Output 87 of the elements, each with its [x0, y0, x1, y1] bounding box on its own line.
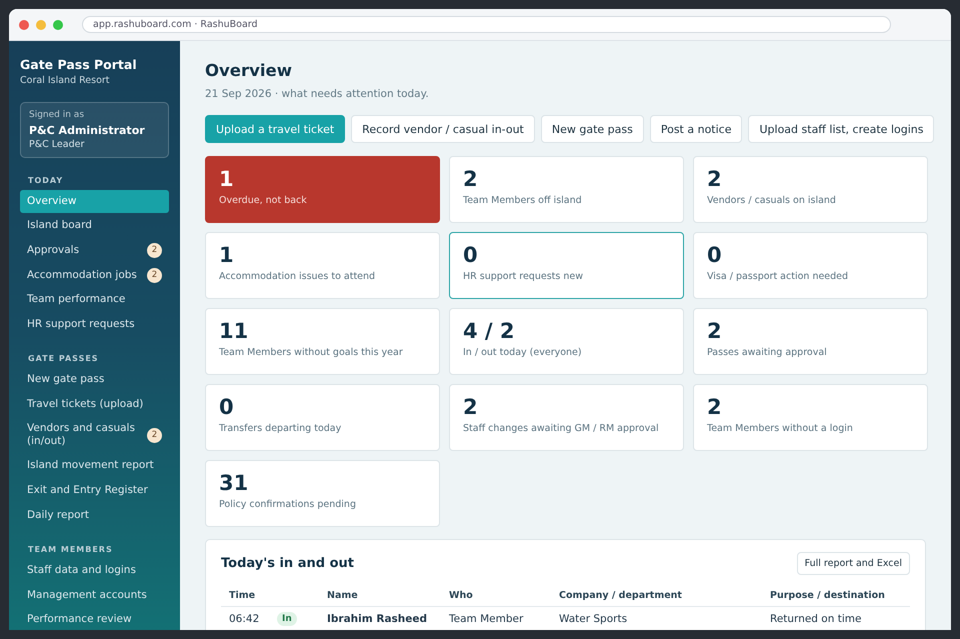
stat-value: 2	[707, 319, 723, 343]
stat-card[interactable]: 2 Team Members off island	[449, 156, 684, 223]
stat-label: Team Members without goals this year	[219, 347, 404, 358]
stat-label: Team Members off island	[463, 195, 583, 206]
maximize-icon[interactable]	[53, 20, 63, 30]
stat-label: Staff changes awaiting GM / RM approval	[463, 423, 660, 434]
stat-card[interactable]: 4 / 2 In / out today (everyone)	[449, 308, 684, 375]
stat-value: 2	[463, 167, 479, 191]
count-badge: 2	[147, 268, 162, 284]
stat-value: 1	[219, 243, 235, 267]
stat-card[interactable]: 0 Transfers departing today	[205, 384, 440, 451]
column-header: Company / department	[559, 590, 683, 601]
action-button[interactable]: Record vendor / casual in-out	[351, 115, 535, 143]
stat-label: HR support requests new	[463, 271, 584, 282]
table-cell-text: 06:42	[229, 613, 260, 625]
stat-card[interactable]: 0 Visa / passport action needed	[693, 232, 928, 299]
report-button[interactable]: Full report and Excel	[796, 552, 910, 575]
stat-value: 31	[219, 471, 250, 495]
column-header: Name	[327, 590, 359, 601]
stat-card[interactable]: 2 Staff changes awaiting GM / RM approval	[449, 384, 684, 451]
stat-label: Overdue, not back	[219, 195, 308, 206]
nav-item[interactable]: Team performance	[20, 288, 169, 312]
nav-item[interactable]: Travel tickets (upload)	[20, 393, 169, 416]
stat-card[interactable]: 1 Overdue, not back	[205, 156, 440, 223]
stat-label: Transfers departing today	[219, 423, 342, 434]
nav-item[interactable]: HR support requests	[20, 313, 169, 336]
column-header: Time	[229, 590, 256, 601]
stat-card[interactable]: 31 Policy confirmations pending	[205, 460, 440, 527]
app-subtitle: Coral Island Resort	[20, 75, 111, 86]
stat-value: 0	[463, 243, 479, 267]
minimize-icon[interactable]	[36, 20, 46, 30]
action-button[interactable]: Post a notice	[650, 115, 742, 143]
section-heading: GATE PASSES	[28, 354, 100, 364]
table-cell-text: Returned on time	[770, 613, 862, 625]
stat-value: 4 / 2	[463, 319, 516, 343]
stat-label: Accommodation issues to attend	[219, 271, 376, 282]
page-subtitle: 21 Sep 2026 · what needs attention today.	[205, 88, 430, 100]
app-title: Gate Pass Portal	[20, 57, 138, 72]
stat-card[interactable]: 2 Vendors / casuals on island	[693, 156, 928, 223]
nav-item[interactable]: Island movement report	[20, 454, 169, 478]
stat-label: Team Members without a login	[707, 423, 854, 434]
panel-title: Today's in and out	[221, 556, 354, 571]
nav-item[interactable]: Staff data and logins	[20, 559, 169, 582]
nav-item[interactable]: Vendors and casuals (in/out) 2	[20, 418, 169, 454]
direction-badge: In	[277, 612, 297, 626]
page-title: Overview	[205, 61, 293, 80]
stat-label: Visa / passport action needed	[707, 271, 850, 282]
table-cell-text: Water Sports	[559, 613, 628, 625]
nav-item[interactable]: Approvals 2	[20, 239, 169, 262]
nav-item[interactable]: Performance review	[20, 608, 169, 630]
close-icon[interactable]	[19, 20, 29, 30]
stat-value: 2	[463, 395, 479, 419]
stat-value: 0	[707, 243, 723, 267]
count-badge: 2	[147, 243, 162, 258]
stat-value: 11	[219, 319, 250, 343]
table-cell-text: Ibrahim Rasheed	[327, 613, 428, 625]
stat-card[interactable]: 1 Accommodation issues to attend	[205, 232, 440, 299]
stat-value: 1	[219, 167, 235, 191]
stat-value: 0	[219, 395, 235, 419]
nav-item[interactable]: Daily report	[20, 504, 169, 528]
stat-card[interactable]: 2 Team Members without a login	[693, 384, 928, 451]
user-role: P&C Leader	[29, 139, 86, 150]
nav-item[interactable]: Accommodation jobs 2	[20, 264, 169, 288]
nav-item[interactable]: New gate pass	[20, 368, 169, 392]
nav-item[interactable]: Exit and Entry Register	[20, 479, 169, 502]
nav-item[interactable]: Island board	[20, 214, 169, 238]
stat-label: Vendors / casuals on island	[707, 195, 837, 206]
table-cell-text: Team Member	[449, 613, 524, 625]
stat-label: Policy confirmations pending	[219, 499, 357, 510]
section-heading: TEAM MEMBERS	[28, 545, 114, 554]
user-name: P&C Administrator	[29, 124, 146, 137]
section-heading: TODAY	[28, 176, 64, 185]
stat-label: Passes awaiting approval	[707, 347, 828, 358]
stat-value: 2	[707, 395, 723, 419]
column-header: Purpose / destination	[770, 590, 886, 601]
stat-value: 2	[707, 167, 723, 191]
user-caption: Signed in as	[29, 110, 86, 120]
address-bar[interactable]: app.rashuboard.com · RashuBoard	[82, 16, 891, 33]
count-badge: 2	[147, 428, 162, 443]
nav-item[interactable]: Management accounts	[20, 584, 169, 607]
stat-card[interactable]: 0 HR support requests new	[449, 232, 684, 299]
stat-label: In / out today (everyone)	[463, 347, 583, 358]
action-button[interactable]: New gate pass	[540, 115, 644, 143]
stat-card[interactable]: 2 Passes awaiting approval	[693, 308, 928, 375]
action-button[interactable]: Upload staff list, create logins	[748, 115, 934, 143]
stat-card[interactable]: 11 Team Members without goals this year	[205, 308, 440, 375]
column-header: Who	[449, 590, 474, 601]
